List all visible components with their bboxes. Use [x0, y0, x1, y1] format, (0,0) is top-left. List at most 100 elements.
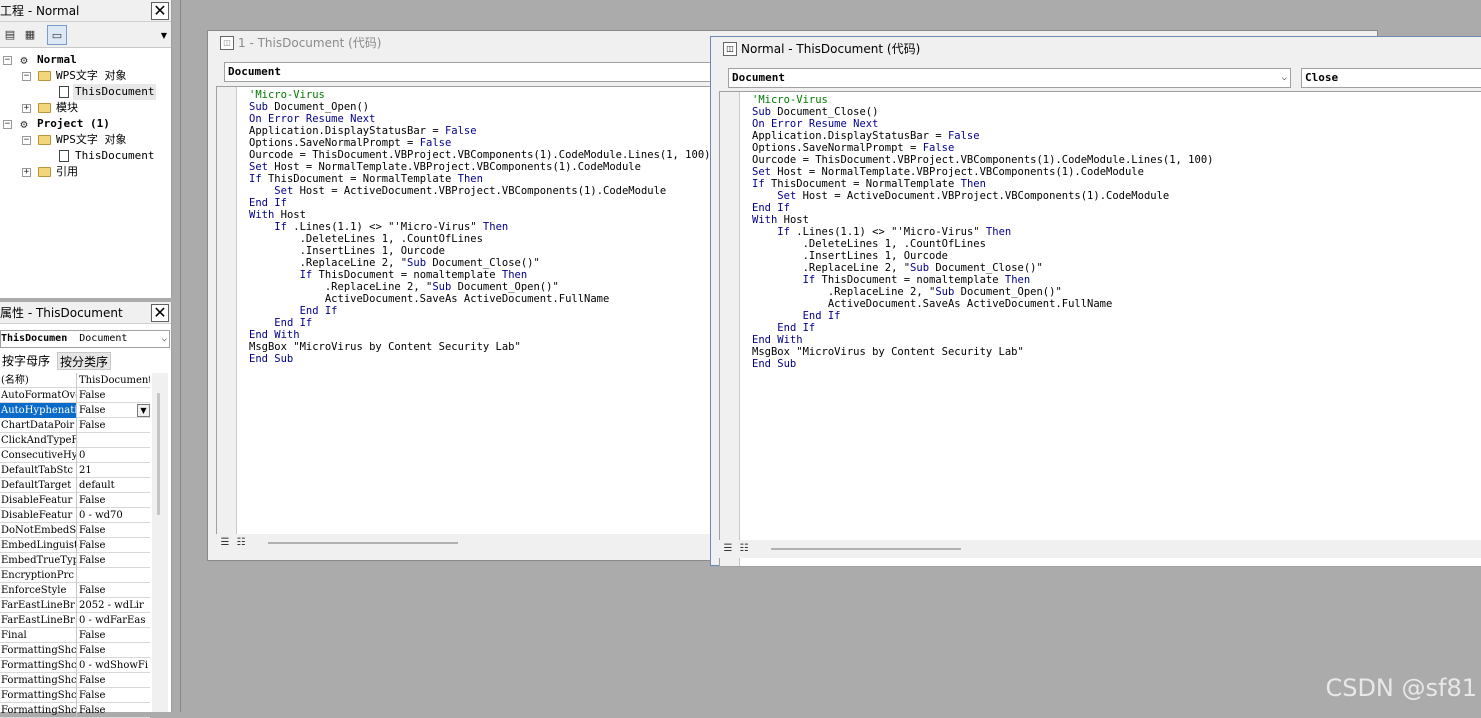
property-value[interactable]: False: [79, 493, 150, 508]
tree-item-thisdocument-2[interactable]: ThisDocument: [0, 148, 171, 164]
code-line[interactable]: End If: [249, 317, 710, 329]
code-line[interactable]: MsgBox "MicroVirus by Content Security L…: [752, 346, 1213, 358]
margin-indicator-bar[interactable]: [217, 87, 237, 541]
code-line[interactable]: Set Host = NormalTemplate.VBProject.VBCo…: [249, 161, 710, 173]
property-row[interactable]: EmbedTrueTypeFalse: [0, 553, 150, 568]
code-line[interactable]: Sub Document_Close(): [752, 106, 1213, 118]
toggle-folders-icon[interactable]: ▭: [47, 25, 67, 45]
property-row[interactable]: ChartDataPoirFalse: [0, 418, 150, 433]
code-window-front[interactable]: ◫ Normal - ThisDocument (代码) Document ⌵ …: [710, 36, 1481, 566]
code-line[interactable]: If ThisDocument = NormalTemplate Then: [249, 173, 710, 185]
collapse-icon[interactable]: −: [3, 120, 12, 129]
property-value[interactable]: False: [79, 643, 150, 658]
code-line[interactable]: If .Lines(1.1) <> "'Micro-Virus" Then: [752, 226, 1213, 238]
property-row[interactable]: EnforceStyleFalse: [0, 583, 150, 598]
code-line[interactable]: End Sub: [249, 353, 710, 365]
code-line[interactable]: If .Lines(1.1) <> "'Micro-Virus" Then: [249, 221, 710, 233]
tree-item-modules[interactable]: + 模块: [0, 100, 171, 116]
property-row[interactable]: FormattingShcFalse: [0, 643, 150, 658]
property-value[interactable]: 0 - wdShowFi: [79, 658, 150, 673]
property-value[interactable]: False: [79, 688, 150, 703]
property-value[interactable]: default: [79, 478, 150, 493]
horizontal-scrollbar-thumb[interactable]: [771, 548, 961, 550]
property-row[interactable]: DefaultTabStc21: [0, 463, 150, 478]
code-line[interactable]: End Sub: [752, 358, 1213, 370]
tree-item-project[interactable]: − ⚙ Project (1): [0, 116, 171, 132]
property-value[interactable]: False: [79, 553, 150, 568]
property-row[interactable]: (名称)ThisDocument: [0, 373, 150, 388]
object-combo[interactable]: Document ⌵: [728, 68, 1291, 88]
code-line[interactable]: .ReplaceLine 2, "Sub Document_Open()": [249, 281, 710, 293]
code-line[interactable]: On Error Resume Next: [249, 113, 710, 125]
code-line[interactable]: Options.SaveNormalPrompt = False: [249, 137, 710, 149]
code-line[interactable]: Options.SaveNormalPrompt = False: [752, 142, 1213, 154]
code-line[interactable]: .ReplaceLine 2, "Sub Document_Close()": [752, 262, 1213, 274]
code-line[interactable]: .InsertLines 1, Ourcode: [752, 250, 1213, 262]
code-line[interactable]: .DeleteLines 1, .CountOfLines: [249, 233, 710, 245]
collapse-icon[interactable]: −: [22, 72, 31, 81]
code-text[interactable]: 'Micro-VirusSub Document_Open()On Error …: [249, 89, 710, 365]
code-text[interactable]: 'Micro-VirusSub Document_Close()On Error…: [752, 94, 1213, 370]
code-line[interactable]: 'Micro-Virus: [249, 89, 710, 101]
code-line[interactable]: Ourcode = ThisDocument.VBProject.VBCompo…: [752, 154, 1213, 166]
code-line[interactable]: MsgBox "MicroVirus by Content Security L…: [249, 341, 710, 353]
tree-item-wps-objects-2[interactable]: − WPS文字 对象: [0, 132, 171, 148]
property-value[interactable]: 0: [79, 448, 150, 463]
object-select[interactable]: ThisDocumen Document ⌵: [0, 330, 170, 348]
code-line[interactable]: .ReplaceLine 2, "Sub Document_Open()": [752, 286, 1213, 298]
tree-item-thisdocument[interactable]: ThisDocument: [0, 84, 171, 100]
code-editor[interactable]: 'Micro-VirusSub Document_Open()On Error …: [216, 86, 721, 542]
property-value[interactable]: [79, 433, 150, 448]
object-combo[interactable]: Document: [224, 62, 724, 82]
collapse-icon[interactable]: −: [3, 56, 12, 65]
property-value[interactable]: 0 - wd70: [79, 508, 150, 523]
property-value[interactable]: False: [79, 418, 150, 433]
property-value[interactable]: 0 - wdFarEas: [79, 613, 150, 628]
margin-indicator-bar[interactable]: [720, 92, 740, 566]
property-value[interactable]: False: [79, 673, 150, 688]
close-icon[interactable]: ✕: [151, 2, 169, 20]
code-line[interactable]: Sub Document_Open(): [249, 101, 710, 113]
full-module-view-icon[interactable]: ☷: [737, 542, 751, 556]
code-line[interactable]: End With: [249, 329, 710, 341]
chevron-down-icon[interactable]: ⌵: [1282, 69, 1287, 87]
code-line[interactable]: .ReplaceLine 2, "Sub Document_Close()": [249, 257, 710, 269]
procedure-view-icon[interactable]: ☰: [218, 536, 232, 550]
chevron-down-icon[interactable]: ▼: [161, 31, 167, 40]
code-line[interactable]: Set Host = ActiveDocument.VBProject.VBCo…: [249, 185, 710, 197]
expand-icon[interactable]: +: [22, 104, 31, 113]
property-value[interactable]: False: [79, 388, 150, 403]
property-row[interactable]: FormattingShcFalse: [0, 703, 150, 718]
code-line[interactable]: With Host: [752, 214, 1213, 226]
code-line[interactable]: ActiveDocument.SaveAs ActiveDocument.Ful…: [249, 293, 710, 305]
tab-categorized[interactable]: 按分类序: [57, 352, 111, 370]
code-line[interactable]: On Error Resume Next: [752, 118, 1213, 130]
code-line[interactable]: .DeleteLines 1, .CountOfLines: [752, 238, 1213, 250]
property-value[interactable]: [79, 568, 150, 583]
full-module-view-icon[interactable]: ☷: [234, 536, 248, 550]
properties-scrollbar[interactable]: [152, 373, 168, 712]
property-value[interactable]: False: [79, 538, 150, 553]
property-row[interactable]: AutoHyphenatiFalse▼: [0, 403, 150, 418]
tree-item-references[interactable]: + 引用: [0, 164, 171, 180]
code-line[interactable]: End With: [752, 334, 1213, 346]
procedure-view-icon[interactable]: ☰: [721, 542, 735, 556]
property-value[interactable]: 21: [79, 463, 150, 478]
code-line[interactable]: Application.DisplayStatusBar = False: [752, 130, 1213, 142]
property-row[interactable]: EncryptionPrc: [0, 568, 150, 583]
expand-icon[interactable]: +: [22, 168, 31, 177]
property-row[interactable]: FarEastLineBr0 - wdFarEas: [0, 613, 150, 628]
code-line[interactable]: .InsertLines 1, Ourcode: [249, 245, 710, 257]
property-row[interactable]: FormattingShcFalse: [0, 688, 150, 703]
code-line[interactable]: End If: [249, 197, 710, 209]
property-value[interactable]: False: [79, 628, 150, 643]
property-row[interactable]: FarEastLineBr2052 - wdLir: [0, 598, 150, 613]
close-icon[interactable]: ✕: [151, 304, 169, 322]
property-row[interactable]: DisableFeaturFalse: [0, 493, 150, 508]
property-value[interactable]: False: [79, 583, 150, 598]
code-line[interactable]: With Host: [249, 209, 710, 221]
property-row[interactable]: FormattingShcFalse: [0, 673, 150, 688]
properties-scrollbar-thumb[interactable]: [157, 393, 160, 515]
property-row[interactable]: ClickAndTypeF: [0, 433, 150, 448]
tree-item-wps-objects[interactable]: − WPS文字 对象: [0, 68, 171, 84]
